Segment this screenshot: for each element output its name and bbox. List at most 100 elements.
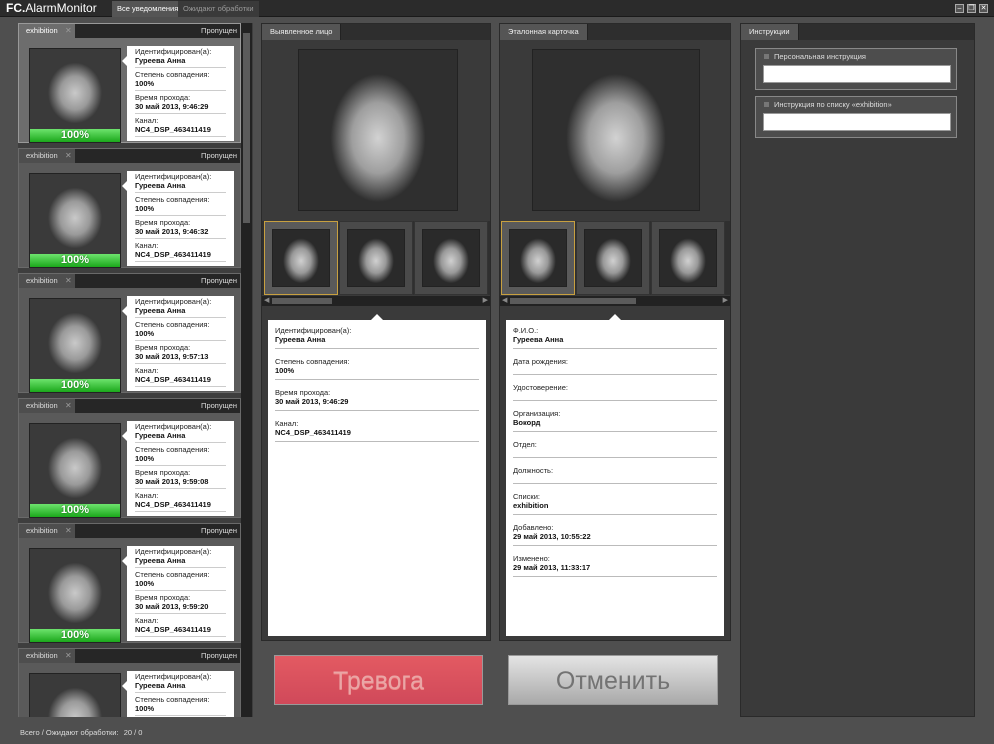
- field-value: NC4_DSP_463411419: [275, 428, 479, 442]
- value-identified: Гуреева Анна: [135, 556, 226, 568]
- alert-status: Пропущен: [201, 401, 237, 410]
- value-channel: NC4_DSP_463411419: [135, 375, 226, 387]
- tab-instructions[interactable]: Инструкции: [741, 24, 799, 40]
- scrollbar-thumb[interactable]: [243, 33, 250, 223]
- alert-card-header: exhibition ✕ Пропущен: [19, 24, 240, 38]
- list-instruction-field[interactable]: [763, 113, 951, 131]
- close-icon[interactable]: ✕: [65, 524, 72, 538]
- alert-list-scrollbar[interactable]: [241, 23, 252, 717]
- alert-face-thumbnail: 100%: [29, 423, 121, 518]
- title-bar: FC.AlarmMonitor Все уведомления Ожидают …: [0, 0, 994, 17]
- status-counts: 20 / 0: [123, 728, 143, 737]
- label-match: Степень совпадения:: [135, 195, 210, 204]
- field-value: Гуреева Анна: [275, 335, 479, 349]
- alert-info: Идентифицирован(а): Гуреева Анна Степень с…: [122, 46, 234, 141]
- close-icon[interactable]: ✕: [65, 649, 72, 663]
- field-label: Изменено:: [513, 554, 550, 563]
- personal-instruction-box: Персональная инструкция: [755, 48, 957, 90]
- close-icon[interactable]: ✕: [65, 149, 72, 163]
- alert-info: Идентифицирован(а): Гуреева Анна Степень с…: [122, 546, 234, 641]
- minimize-icon[interactable]: –: [955, 4, 964, 13]
- field-value: 29 май 2013, 11:33:17: [513, 563, 717, 577]
- alert-card[interactable]: exhibition ✕ Пропущен 100% Идентифицирован(а…: [18, 148, 241, 268]
- face-image: [30, 549, 120, 629]
- alert-info: Идентифицирован(а): Гуреева Анна Степень с…: [122, 171, 234, 266]
- detected-thumbnail[interactable]: [414, 221, 488, 295]
- value-identified: Гуреева Анна: [135, 306, 226, 318]
- value-channel: NC4_DSP_463411419: [135, 500, 226, 512]
- scrollbar-thumb[interactable]: [272, 298, 332, 304]
- reference-thumbnail[interactable]: [651, 221, 725, 295]
- value-match: 100%: [135, 454, 226, 466]
- cancel-button[interactable]: Отменить: [508, 655, 718, 705]
- field-label: Ф.И.О.:: [513, 326, 539, 335]
- scrollbar-thumb[interactable]: [510, 298, 636, 304]
- reference-strip-scrollbar[interactable]: ◀ ▶: [500, 296, 730, 306]
- alert-status: Пропущен: [201, 276, 237, 285]
- alert-list: exhibition ✕ Пропущен 100% Идентифицирован(а…: [18, 23, 253, 717]
- close-icon[interactable]: ✕: [65, 24, 72, 38]
- close-icon[interactable]: ✕: [65, 399, 72, 413]
- scroll-right-icon[interactable]: ▶: [723, 296, 728, 306]
- field-value: Вокорд: [513, 418, 717, 432]
- close-icon[interactable]: ✕: [979, 4, 988, 13]
- scroll-left-icon[interactable]: ◀: [502, 296, 507, 306]
- label-channel: Канал:: [135, 491, 159, 500]
- field-value: [513, 366, 717, 375]
- field-label: Добавлено:: [513, 523, 554, 532]
- field-value: Гуреева Анна: [513, 335, 717, 349]
- field-value: [513, 392, 717, 401]
- tab-reference-card[interactable]: Эталонная карточка: [500, 24, 588, 40]
- face-image: [30, 299, 120, 379]
- scroll-right-icon[interactable]: ▶: [483, 296, 488, 306]
- alert-card[interactable]: exhibition ✕ Пропущен 100% Идентифицирован(а…: [18, 523, 241, 643]
- label-match: Степень совпадения:: [135, 445, 210, 454]
- label-channel: Канал:: [135, 116, 159, 125]
- restore-icon[interactable]: ❐: [967, 4, 976, 13]
- detected-strip-scrollbar[interactable]: ◀ ▶: [262, 296, 490, 306]
- tab-detected-face[interactable]: Выявленное лицо: [262, 24, 342, 40]
- tab-awaiting-processing[interactable]: Ожидают обработки: [178, 1, 259, 17]
- scroll-left-icon[interactable]: ◀: [264, 296, 269, 306]
- match-percent-bar: 100%: [30, 504, 120, 517]
- detected-details: Идентифицирован(а): Гуреева Анна Степень с…: [268, 314, 486, 636]
- label-identified: Идентифицирован(а):: [135, 297, 212, 306]
- field-label: Канал:: [275, 419, 299, 428]
- detected-thumbnail[interactable]: [264, 221, 338, 295]
- alert-face-thumbnail: 100%: [29, 48, 121, 143]
- tab-all-notifications[interactable]: Все уведомления: [112, 1, 184, 17]
- alert-card-header: exhibition ✕ Пропущен: [19, 649, 240, 663]
- alert-status: Пропущен: [201, 26, 237, 35]
- personal-instruction-label: Персональная инструкция: [774, 52, 866, 61]
- field-label: Удостоверение:: [513, 383, 568, 392]
- label-channel: Канал:: [135, 616, 159, 625]
- alert-card[interactable]: exhibition ✕ Пропущен Идентифицирован(а): Гу…: [18, 648, 241, 717]
- detected-face-image: [298, 49, 458, 211]
- label-identified: Идентифицирован(а):: [135, 422, 212, 431]
- value-match: 100%: [135, 204, 226, 216]
- label-identified: Идентифицирован(а):: [135, 547, 212, 556]
- alert-card[interactable]: exhibition ✕ Пропущен 100% Идентифицирован(а…: [18, 273, 241, 393]
- field-value: exhibition: [513, 501, 717, 515]
- reference-thumbnail[interactable]: [501, 221, 575, 295]
- value-identified: Гуреева Анна: [135, 681, 226, 693]
- reference-thumbnail[interactable]: [576, 221, 650, 295]
- label-match: Степень совпадения:: [135, 70, 210, 79]
- personal-instruction-field[interactable]: [763, 65, 951, 83]
- alert-card[interactable]: exhibition ✕ Пропущен 100% Идентифицирован(а…: [18, 398, 241, 518]
- status-bar: Всего / Ожидают обработки: 20 / 0: [20, 728, 142, 737]
- field-value: 29 май 2013, 10:55:22: [513, 532, 717, 546]
- value-time: 30 май 2013, 9:57:13: [135, 352, 226, 364]
- label-time: Время прохода:: [135, 218, 191, 227]
- label-identified: Идентифицирован(а):: [135, 672, 212, 681]
- app-brand: FC.AlarmMonitor: [6, 1, 97, 15]
- detected-thumbnail[interactable]: [339, 221, 413, 295]
- value-match: 100%: [135, 704, 226, 716]
- value-channel: NC4_DSP_463411419: [135, 625, 226, 637]
- value-time: 30 май 2013, 9:59:20: [135, 602, 226, 614]
- alarm-button[interactable]: Тревога: [274, 655, 483, 705]
- alert-card[interactable]: exhibition ✕ Пропущен 100% Идентифицирован(а…: [18, 23, 241, 143]
- close-icon[interactable]: ✕: [65, 274, 72, 288]
- value-channel: NC4_DSP_463411419: [135, 250, 226, 262]
- value-identified: Гуреева Анна: [135, 56, 226, 68]
